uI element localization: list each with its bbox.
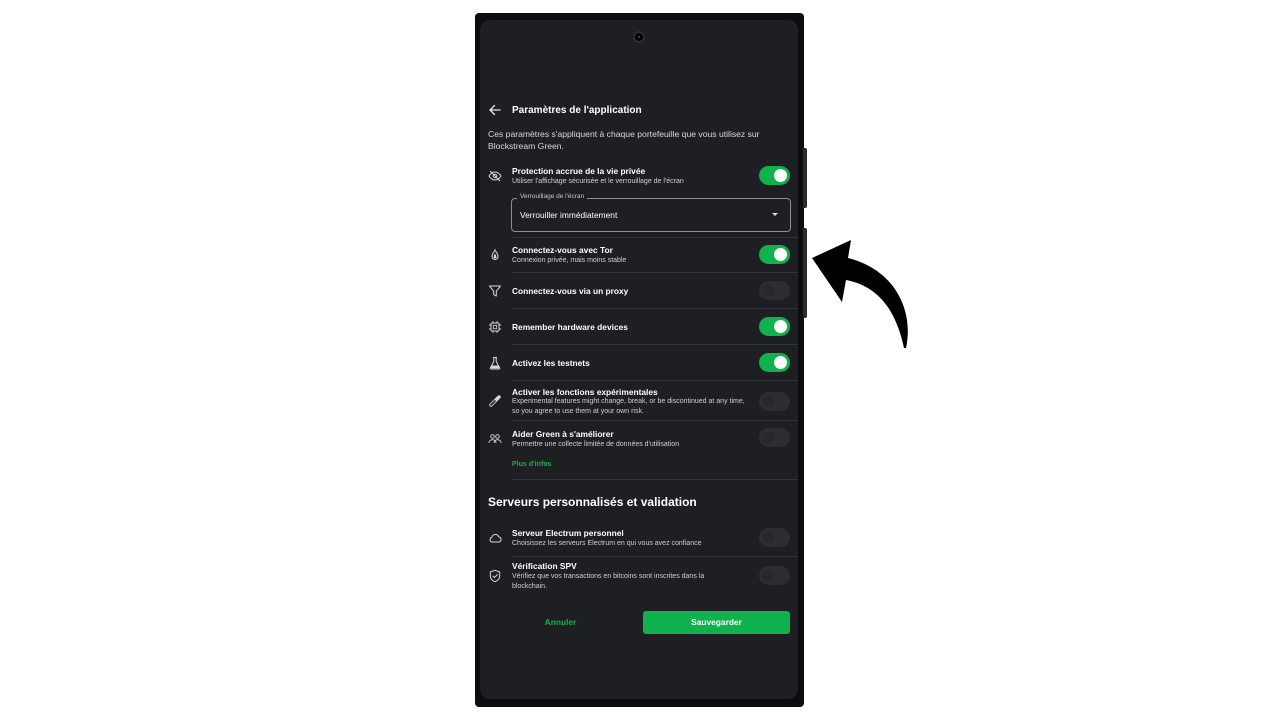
setting-tor-subtitle: Connexion privée, mais moins stable	[512, 257, 627, 264]
dropdown-arrow-icon[interactable]	[772, 213, 778, 216]
page-title: Paramètres de l'application	[512, 105, 642, 116]
hardware-toggle[interactable]	[759, 317, 790, 336]
setting-proxy-title: Connectez-vous via un proxy	[512, 286, 629, 296]
intro-text: Ces paramètres s'appliquent à chaque por…	[488, 129, 760, 151]
toggle-knob	[763, 432, 774, 443]
setting-experimental-title: Activer les fonctions expérimentales	[512, 387, 658, 397]
chip-icon	[488, 320, 502, 334]
phone-power-button	[803, 228, 807, 318]
setting-privacy-subtitle: Utiliser l'affichage sécurisée et le ver…	[512, 178, 684, 185]
experimental-toggle[interactable]	[759, 392, 790, 411]
back-arrow-icon[interactable]	[488, 102, 502, 118]
toggle-knob	[774, 169, 787, 182]
filter-icon	[488, 284, 502, 298]
toggle-knob	[763, 396, 774, 407]
toggle-knob	[774, 356, 787, 369]
setting-analytics-subtitle: Permettre une collecte limitée de donnée…	[512, 441, 680, 448]
privacy-toggle[interactable]	[759, 166, 790, 185]
toggle-knob	[774, 248, 787, 261]
toggle-knob	[763, 285, 774, 296]
setting-electrum-title: Serveur Electrum personnel	[512, 528, 624, 538]
setting-experimental-subtitle: Experimental features might change, brea…	[512, 398, 745, 415]
testnets-toggle[interactable]	[759, 353, 790, 372]
flask-icon	[488, 356, 502, 370]
setting-hardware-title: Remember hardware devices	[512, 322, 628, 332]
setting-tor-title: Connectez-vous avec Tor	[512, 245, 613, 255]
app-screen: Paramètres de l'application Ces paramètr…	[480, 20, 798, 699]
tor-toggle[interactable]	[759, 245, 790, 264]
setting-testnets-title: Activez les testnets	[512, 358, 590, 368]
setting-privacy-title: Protection accrue de la vie privée	[512, 166, 646, 176]
camera-icon	[633, 31, 645, 43]
cloud-icon	[488, 531, 502, 545]
phone-volume-button	[803, 148, 807, 208]
eye-off-icon	[488, 169, 502, 183]
divider	[512, 344, 798, 345]
users-icon	[488, 432, 502, 446]
setting-spv-title: Vérification SPV	[512, 561, 577, 571]
analytics-toggle[interactable]	[759, 428, 790, 447]
save-button[interactable]: Sauvegarder	[643, 611, 790, 634]
pill-icon	[488, 394, 502, 408]
divider	[512, 556, 798, 557]
more-info-link[interactable]: Plus d'infos	[512, 461, 551, 468]
divider	[512, 420, 798, 421]
curved-arrow-annotation	[812, 240, 908, 348]
shield-check-icon	[488, 569, 502, 583]
setting-analytics-title: Aider Green à s'améliorer	[512, 429, 614, 439]
screen-lock-label: Verrouillage de l'écran	[517, 193, 588, 200]
toggle-knob	[774, 320, 787, 333]
divider	[512, 308, 798, 309]
cancel-button[interactable]: Annuler	[517, 611, 604, 634]
divider	[512, 237, 798, 238]
toggle-knob	[763, 570, 774, 581]
setting-electrum-subtitle: Choisissez les serveurs Electrum en qui …	[512, 540, 702, 547]
divider	[512, 479, 798, 480]
proxy-toggle[interactable]	[759, 281, 790, 300]
setting-spv-subtitle: Vérifiez que vos transactions en bitcoin…	[512, 573, 705, 590]
servers-section-title: Serveurs personnalisés et validation	[488, 495, 697, 509]
screen-lock-value: Verrouiller immédiatement	[520, 210, 618, 220]
divider	[512, 272, 798, 273]
divider	[512, 380, 798, 381]
electrum-toggle[interactable]	[759, 528, 790, 547]
onion-icon	[488, 248, 502, 262]
toggle-knob	[763, 532, 774, 543]
spv-toggle[interactable]	[759, 566, 790, 585]
